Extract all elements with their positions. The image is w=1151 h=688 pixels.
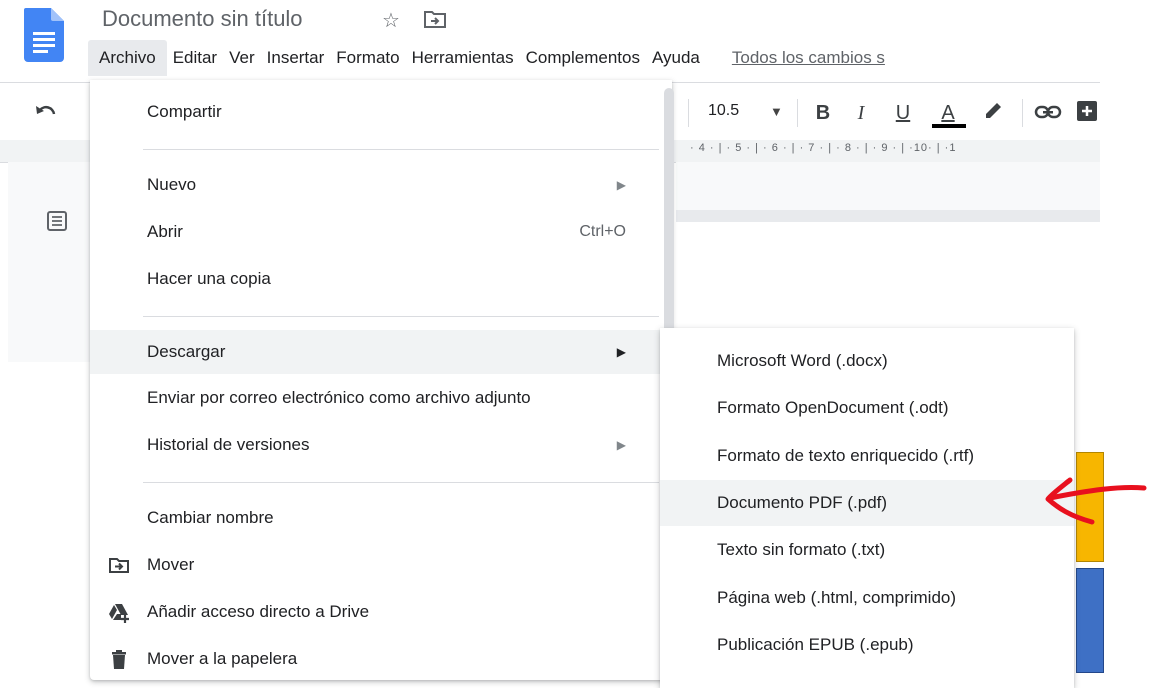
menu-item-rename[interactable]: Cambiar nombre [90,496,662,540]
menu-item-open[interactable]: Abrir Ctrl+O [90,210,662,254]
move-folder-icon[interactable] [424,10,446,28]
submenu-arrow-icon: ▶ [616,178,626,192]
menu-editar[interactable]: Editar [167,40,223,76]
link-icon[interactable] [1034,102,1062,122]
page-area [676,162,1101,210]
menu-item-label: Abrir [147,222,183,241]
submenu-arrow-icon: ▶ [616,345,626,359]
ruler-marks: · 4 · | · 5 · | · 6 · | · 7 · | · 8 · | … [690,142,957,154]
menu-item-make-copy[interactable]: Hacer una copia [90,257,662,301]
menu-archivo[interactable]: Archivo [88,40,167,76]
menu-divider [143,482,659,483]
menu-item-download[interactable]: Descargar ▶ [90,330,662,374]
menu-bar: Archivo Editar Ver Insertar Formato Herr… [88,40,891,76]
font-size-field[interactable]: 10.5 [708,102,739,120]
menu-herramientas[interactable]: Herramientas [406,40,520,76]
menu-item-label: Compartir [147,102,222,121]
menu-item-label: Nuevo [147,175,197,194]
menu-item-label: Cambiar nombre [147,508,274,527]
text-color-swatch [932,124,966,128]
submenu-item-label: Publicación EPUB (.epub) [717,635,914,654]
submenu-item-label: Documento PDF (.pdf) [717,493,888,512]
toolbar-separator [1022,99,1023,127]
menu-item-label: Añadir acceso directo a Drive [147,602,370,621]
menu-ayuda[interactable]: Ayuda [646,40,706,76]
menu-item-new[interactable]: Nuevo ▶ [90,163,662,207]
download-docx[interactable]: Microsoft Word (.docx) [660,338,1074,384]
add-comment-icon[interactable] [1076,100,1098,122]
document-title[interactable]: Documento sin título [102,6,303,32]
menu-formato[interactable]: Formato [330,40,405,76]
trash-icon [112,650,126,669]
menu-item-add-shortcut[interactable]: Añadir acceso directo a Drive [90,590,662,634]
menu-item-version-history[interactable]: Historial de versiones ▶ [90,423,662,467]
shortcut-label: Ctrl+O [579,223,626,240]
download-txt[interactable]: Texto sin formato (.txt) [660,527,1074,573]
menu-item-label: Mover a la papelera [147,649,298,668]
page-edge [676,210,1101,222]
star-icon[interactable]: ☆ [382,8,400,33]
menu-item-email-attachment[interactable]: Enviar por correo electrónico como archi… [90,376,662,420]
menu-insertar[interactable]: Insertar [261,40,331,76]
highlight-pen-icon[interactable] [982,100,1004,122]
google-docs-icon[interactable] [24,8,64,62]
submenu-item-label: Formato de texto enriquecido (.rtf) [717,446,975,465]
font-size-dropdown-icon[interactable]: ▼ [770,104,783,119]
submenu-item-label: Formato OpenDocument (.odt) [717,398,949,417]
outline-panel [8,162,90,362]
right-margin [1100,0,1151,671]
file-menu: Compartir Nuevo ▶ Abrir Ctrl+O Hacer una… [90,80,672,680]
download-odt[interactable]: Formato OpenDocument (.odt) [660,385,1074,431]
toolbar-separator [797,99,798,127]
submenu-item-label: Texto sin formato (.txt) [717,540,886,559]
menu-item-label: Hacer una copia [147,269,271,288]
menu-item-trash[interactable]: Mover a la papelera [90,637,662,681]
submenu-item-label: Microsoft Word (.docx) [717,351,888,370]
document-image-blue [1076,568,1104,673]
menu-divider [143,316,659,317]
menu-item-share[interactable]: Compartir [90,90,662,134]
menu-ver[interactable]: Ver [223,40,261,76]
menu-item-label: Mover [147,555,195,574]
menu-item-label: Historial de versiones [147,435,310,454]
submenu-item-label: Página web (.html, comprimido) [717,588,957,607]
submenu-arrow-icon: ▶ [616,438,626,452]
move-folder-icon [109,558,129,573]
menu-item-move[interactable]: Mover [90,543,662,587]
red-annotation-arrow-icon [1045,477,1147,525]
document-outline-icon[interactable] [46,210,68,232]
menu-complementos[interactable]: Complementos [520,40,646,76]
menu-item-label: Enviar por correo electrónico como archi… [147,388,531,407]
saved-status-link[interactable]: Todos los cambios s [726,40,891,76]
italic-button[interactable]: I [850,96,872,130]
download-rtf[interactable]: Formato de texto enriquecido (.rtf) [660,433,1074,479]
drive-shortcut-icon [109,604,129,623]
download-html[interactable]: Página web (.html, comprimido) [660,575,1074,621]
menu-item-label: Descargar [147,342,226,361]
menu-divider [143,149,659,150]
download-submenu: Microsoft Word (.docx) Formato OpenDocum… [660,328,1074,688]
undo-icon[interactable] [34,100,60,126]
underline-button[interactable]: U [892,96,914,130]
download-pdf[interactable]: Documento PDF (.pdf) [660,480,1074,526]
bold-button[interactable]: B [812,96,834,130]
toolbar-separator [688,99,689,127]
download-epub[interactable]: Publicación EPUB (.epub) [660,622,1074,668]
